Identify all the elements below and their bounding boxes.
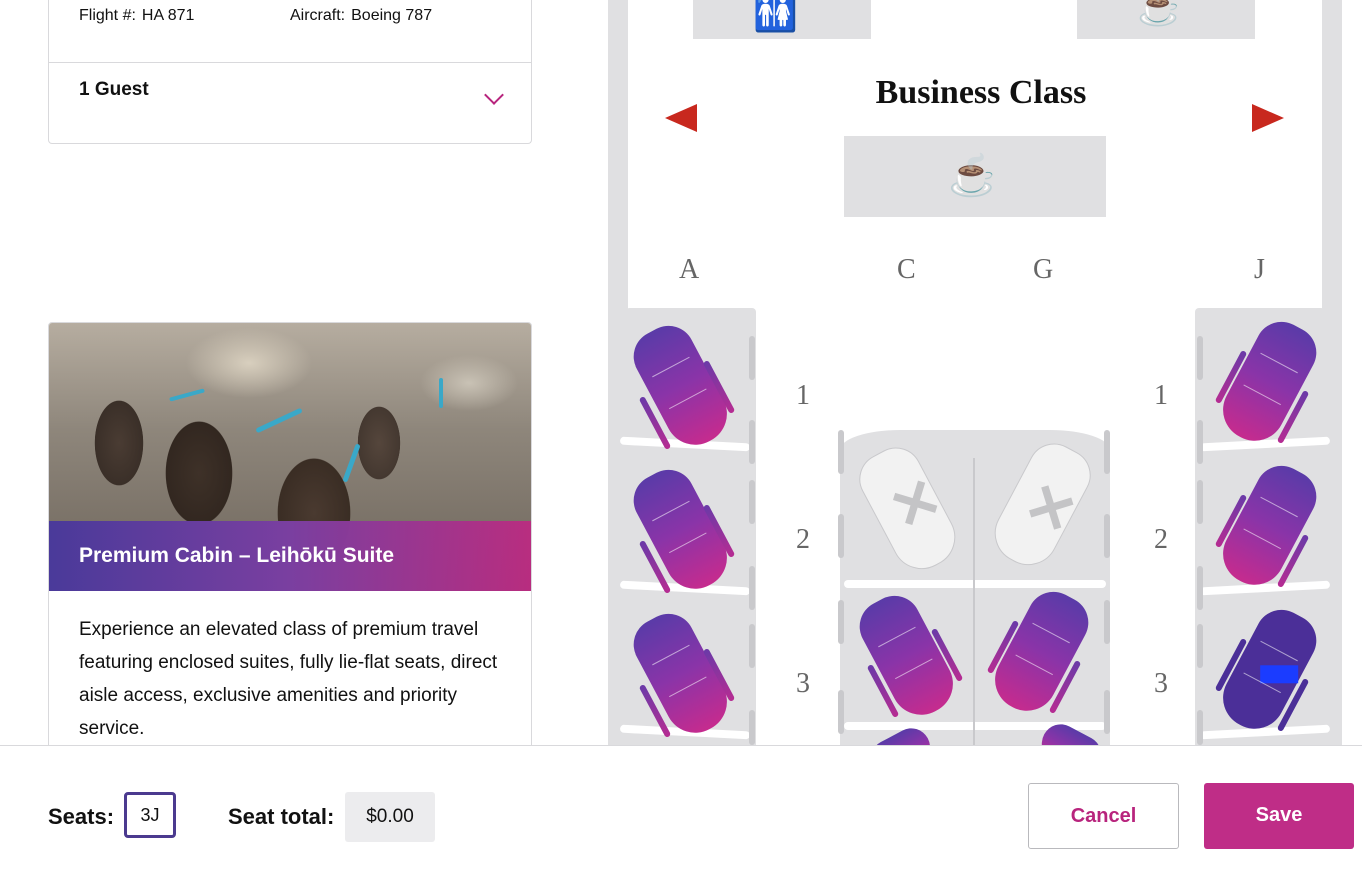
row-label-1-right: 1 bbox=[1154, 380, 1168, 411]
card-divider bbox=[49, 62, 531, 63]
flight-number-row: Flight #: HA 871 bbox=[79, 7, 200, 25]
save-button[interactable]: Save bbox=[1204, 783, 1354, 849]
column-label-g: G bbox=[1033, 254, 1054, 285]
galley-block: ☕ bbox=[844, 136, 1106, 217]
column-label-a: A bbox=[679, 254, 700, 285]
row-label-2-right: 2 bbox=[1154, 524, 1168, 555]
flight-number-label: Flight #: bbox=[79, 7, 136, 24]
next-cabin-arrow-icon[interactable] bbox=[1252, 104, 1284, 132]
guest-selector[interactable]: 1 Guest bbox=[79, 79, 149, 101]
seat-total-value: $0.00 bbox=[345, 792, 435, 842]
flight-number-value: HA 871 bbox=[141, 7, 195, 24]
cabin-description: Experience an elevated class of premium … bbox=[79, 619, 498, 739]
selected-seats-field[interactable]: 3J bbox=[124, 792, 176, 838]
cancel-button[interactable]: Cancel bbox=[1028, 783, 1179, 849]
cabin-title: Premium Cabin – Leihōkū Suite bbox=[79, 544, 395, 567]
galley-block-top: ☕ bbox=[1077, 0, 1255, 39]
lavatory-icon: 🚻 bbox=[753, 0, 798, 33]
row-label-3-left: 3 bbox=[796, 668, 810, 699]
chevron-down-icon[interactable] bbox=[484, 85, 504, 105]
previous-cabin-arrow-icon[interactable] bbox=[665, 104, 697, 132]
cabin-info-card: Premium Cabin – Leihōkū Suite Experience… bbox=[48, 322, 532, 764]
row-label-1-left: 1 bbox=[796, 380, 810, 411]
flight-card: Flight #: HA 871 Aircraft: Boeing 787 1 Gu… bbox=[48, 0, 532, 144]
class-title: Business Class bbox=[875, 74, 1087, 111]
row-label-3-right: 3 bbox=[1154, 668, 1168, 699]
seat-map: 🚻 ☕ Business Class ☕ A C G J 1 2 3 1 2 3… bbox=[600, 0, 1362, 810]
aircraft-value: Boeing 787 bbox=[351, 7, 433, 24]
lavatory-block: 🚻 bbox=[693, 0, 871, 39]
seats-label: Seats: bbox=[48, 804, 115, 829]
coffee-icon: ☕ bbox=[1137, 0, 1182, 27]
aircraft-label: Aircraft: bbox=[290, 7, 346, 24]
seat-total-label: Seat total: bbox=[228, 804, 335, 829]
aircraft-row: Aircraft: Boeing 787 bbox=[290, 7, 432, 25]
row-label-2-left: 2 bbox=[796, 524, 810, 555]
coffee-icon: ☕ bbox=[948, 154, 998, 198]
column-label-j: J bbox=[1254, 254, 1265, 285]
selected-seat-marker bbox=[1260, 665, 1299, 684]
column-label-c: C bbox=[897, 254, 916, 285]
